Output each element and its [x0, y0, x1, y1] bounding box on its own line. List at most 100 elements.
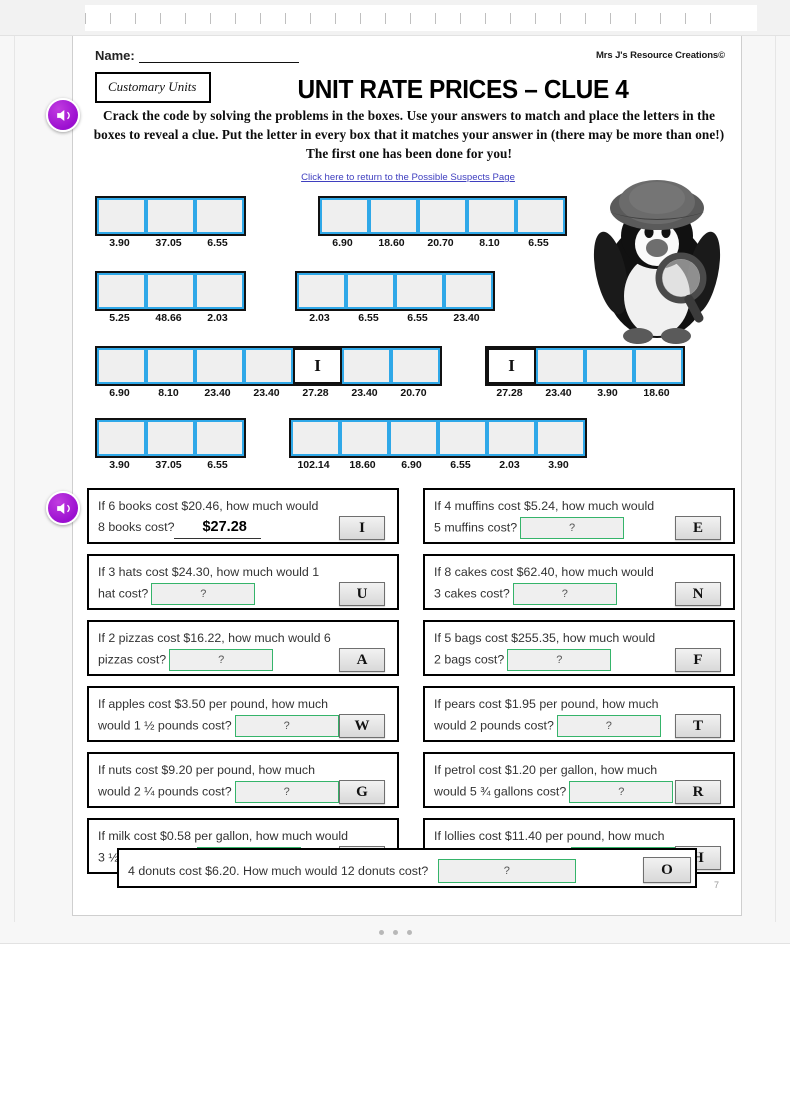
code-cell-empty[interactable]: [195, 420, 244, 456]
code-cell-empty[interactable]: [487, 420, 536, 456]
ruler-tick: [260, 12, 261, 24]
code-cell-empty[interactable]: [389, 420, 438, 456]
question-line-1: If pears cost $1.95 per pound, how much: [434, 697, 659, 711]
code-cell-empty[interactable]: [418, 198, 467, 234]
question-answer-input[interactable]: ?: [507, 649, 612, 671]
code-labels: 3.90 37.05 6.55: [95, 459, 246, 471]
code-cell-empty[interactable]: [146, 348, 195, 384]
question-answer-input[interactable]: ?: [151, 583, 256, 605]
question-letter-tile[interactable]: N: [675, 582, 721, 606]
code-label: 6.55: [207, 459, 228, 471]
question-answer-input[interactable]: ?: [512, 583, 617, 605]
page-dot[interactable]: [406, 930, 412, 935]
question-letter-tile[interactable]: A: [339, 648, 385, 672]
question-answer-input[interactable]: ?: [569, 781, 674, 803]
code-cell-empty[interactable]: [395, 273, 444, 309]
question-letter-tile[interactable]: I: [339, 516, 385, 540]
code-cell-empty[interactable]: [195, 273, 244, 309]
code-cell-empty[interactable]: [244, 348, 293, 384]
question-line-1: If apples cost $3.50 per pound, how much: [98, 697, 329, 711]
page-dots-indicator[interactable]: [14, 922, 776, 944]
code-cell-empty[interactable]: [369, 198, 418, 234]
audio-play-questions-button[interactable]: [46, 491, 80, 525]
code-cell-empty[interactable]: [195, 198, 244, 234]
question-line-1: If 8 cakes cost $62.40, how much would: [434, 565, 654, 579]
code-cell-empty[interactable]: [391, 348, 440, 384]
question-line-2-text: would 2 pounds cost?: [434, 718, 554, 733]
code-cell-empty[interactable]: [97, 198, 146, 234]
question-box: If 5 bags cost $255.35, how much would 2 …: [423, 620, 735, 676]
final-letter-tile[interactable]: O: [643, 857, 691, 883]
page-dot[interactable]: [378, 930, 384, 935]
question-letter-tile[interactable]: F: [675, 648, 721, 672]
audio-play-instructions-button[interactable]: [46, 98, 80, 132]
code-label: 27.28: [302, 387, 329, 399]
code-label: 6.90: [401, 459, 422, 471]
code-group-4: 2.03 6.55 6.55 23.40: [295, 271, 495, 324]
code-group-3: 5.25 48.66 2.03: [95, 271, 246, 324]
code-cell-empty[interactable]: [340, 420, 389, 456]
code-cell-empty[interactable]: [146, 198, 195, 234]
ruler-tick: [485, 12, 486, 24]
question-answer-input[interactable]: ?: [520, 517, 625, 539]
code-label: 18.60: [378, 237, 405, 249]
code-cell-empty[interactable]: [536, 420, 585, 456]
question-line-1: If petrol cost $1.20 per gallon, how muc…: [434, 763, 658, 777]
code-label: 5.25: [109, 312, 130, 324]
code-cell-filled[interactable]: I: [487, 348, 536, 384]
code-cell-empty[interactable]: [320, 198, 369, 234]
code-cell-empty[interactable]: [195, 348, 244, 384]
question-answer-input[interactable]: ?: [169, 649, 274, 671]
code-cell-empty[interactable]: [146, 273, 195, 309]
code-label: 18.60: [643, 387, 670, 399]
code-label: 3.90: [109, 459, 130, 471]
code-cell-empty[interactable]: [346, 273, 395, 309]
code-cell-empty[interactable]: [146, 420, 195, 456]
code-row: I: [95, 346, 442, 386]
code-labels: 6.90 8.10 23.40 23.40 27.28 23.40 20.70: [95, 387, 442, 399]
question-letter-tile[interactable]: U: [339, 582, 385, 606]
code-cell-empty[interactable]: [438, 420, 487, 456]
question-letter-tile[interactable]: E: [675, 516, 721, 540]
code-cell-empty[interactable]: [444, 273, 493, 309]
ruler-tick: [160, 12, 161, 24]
question-letter-tile[interactable]: G: [339, 780, 385, 804]
final-answer-input[interactable]: ?: [437, 859, 576, 883]
ruler-tick: [135, 12, 136, 24]
question-answer-input[interactable]: ?: [234, 715, 339, 737]
code-cell-empty[interactable]: [97, 420, 146, 456]
question-answer-input[interactable]: ?: [556, 715, 661, 737]
code-cell-empty[interactable]: [585, 348, 634, 384]
publisher-credit: Mrs J's Resource Creations©: [595, 50, 725, 61]
code-row: [95, 271, 246, 311]
page-number: 7: [713, 880, 719, 890]
code-label: 6.55: [207, 237, 228, 249]
code-label: 3.90: [109, 237, 130, 249]
question-letter-tile[interactable]: T: [675, 714, 721, 738]
code-cell-empty[interactable]: [97, 348, 146, 384]
code-label: 6.90: [109, 387, 130, 399]
final-question-text: 4 donuts cost $6.20. How much would 12 d…: [128, 864, 429, 879]
code-cell-empty[interactable]: [467, 198, 516, 234]
code-cell-empty[interactable]: [536, 348, 585, 384]
page-dot[interactable]: [392, 930, 398, 935]
code-cell-empty[interactable]: [97, 273, 146, 309]
ruler-tick: [635, 12, 636, 24]
code-label: 6.55: [358, 312, 379, 324]
code-cell-empty[interactable]: [297, 273, 346, 309]
question-line-2-text: hat cost?: [98, 586, 149, 601]
question-answer-input[interactable]: ?: [234, 781, 339, 803]
code-label: 27.28: [496, 387, 523, 399]
question-letter-tile[interactable]: R: [675, 780, 721, 804]
question-line-1: If 6 books cost $20.46, how much would: [98, 499, 319, 513]
code-cell-empty[interactable]: [634, 348, 683, 384]
question-line-1: If nuts cost $9.20 per pound, how much: [98, 763, 315, 777]
code-cell-empty[interactable]: [516, 198, 565, 234]
code-cell-empty[interactable]: [291, 420, 340, 456]
question-letter-tile[interactable]: W: [339, 714, 385, 738]
question-box: If 4 muffins cost $5.24, how much would 5…: [423, 488, 735, 544]
code-cell-filled[interactable]: I: [293, 348, 342, 384]
ruler-track: [85, 5, 757, 31]
name-write-line[interactable]: [138, 62, 299, 63]
code-cell-empty[interactable]: [342, 348, 391, 384]
